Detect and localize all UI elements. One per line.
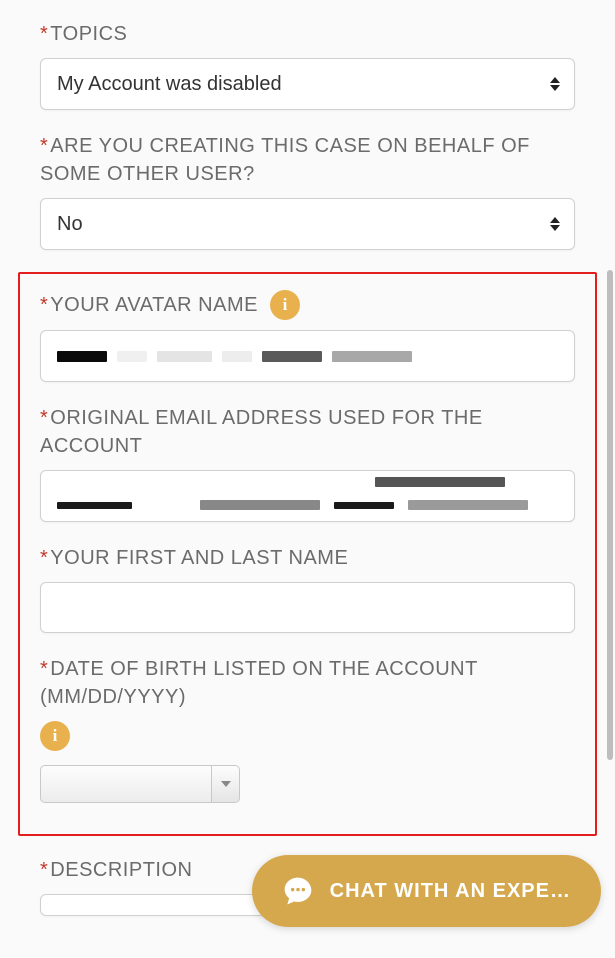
label-on-behalf: *ARE YOU CREATING THIS CASE ON BEHALF OF… [40, 132, 575, 188]
field-dob: *DATE OF BIRTH LISTED ON THE ACCOUNT (MM… [40, 655, 575, 808]
select-dob[interactable] [40, 765, 240, 803]
field-topics: *TOPICS My Account was disabled [40, 20, 575, 110]
required-mark: * [40, 407, 48, 429]
label-text: YOUR FIRST AND LAST NAME [50, 547, 348, 569]
select-on-behalf[interactable]: No [41, 199, 574, 249]
chat-label: CHAT WITH AN EXPE… [330, 880, 571, 903]
required-mark: * [40, 547, 48, 569]
label-text: YOUR AVATAR NAME [50, 294, 258, 316]
required-mark: * [40, 135, 48, 157]
support-form: *TOPICS My Account was disabled *ARE YOU… [0, 0, 615, 958]
label-full-name: *YOUR FIRST AND LAST NAME [40, 544, 575, 572]
field-full-name: *YOUR FIRST AND LAST NAME [40, 544, 575, 633]
field-original-email: *ORIGINAL EMAIL ADDRESS USED FOR THE ACC… [40, 404, 575, 522]
info-icon[interactable]: i [270, 290, 300, 320]
field-avatar-name: *YOUR AVATAR NAME i [40, 290, 575, 382]
required-mark: * [40, 859, 48, 881]
field-on-behalf: *ARE YOU CREATING THIS CASE ON BEHALF OF… [40, 132, 575, 250]
select-topics[interactable]: My Account was disabled [41, 59, 574, 109]
label-dob: *DATE OF BIRTH LISTED ON THE ACCOUNT (MM… [40, 655, 575, 711]
highlighted-section: *YOUR AVATAR NAME i *ORIGINAL EMAIL ADDR… [18, 272, 597, 836]
label-text: ORIGINAL EMAIL ADDRESS USED FOR THE ACCO… [40, 407, 483, 457]
chat-bubble-icon [282, 875, 314, 907]
label-text: ARE YOU CREATING THIS CASE ON BEHALF OF … [40, 135, 530, 185]
input-full-name[interactable] [40, 582, 575, 633]
input-avatar-name[interactable] [40, 330, 575, 382]
label-text: TOPICS [50, 23, 127, 45]
select-topics-wrapper[interactable]: My Account was disabled [40, 58, 575, 110]
label-text: DESCRIPTION [50, 859, 192, 881]
required-mark: * [40, 23, 48, 45]
label-topics: *TOPICS [40, 20, 575, 48]
required-mark: * [40, 294, 48, 316]
required-mark: * [40, 658, 48, 680]
input-original-email[interactable] [40, 470, 575, 522]
info-icon[interactable]: i [40, 721, 70, 751]
label-original-email: *ORIGINAL EMAIL ADDRESS USED FOR THE ACC… [40, 404, 575, 460]
select-on-behalf-wrapper[interactable]: No [40, 198, 575, 250]
label-text: DATE OF BIRTH LISTED ON THE ACCOUNT (MM/… [40, 658, 477, 708]
label-avatar-name: *YOUR AVATAR NAME [40, 291, 258, 319]
scrollbar[interactable] [607, 270, 613, 760]
chat-widget[interactable]: CHAT WITH AN EXPE… [252, 855, 601, 927]
chevron-down-icon [211, 766, 239, 802]
